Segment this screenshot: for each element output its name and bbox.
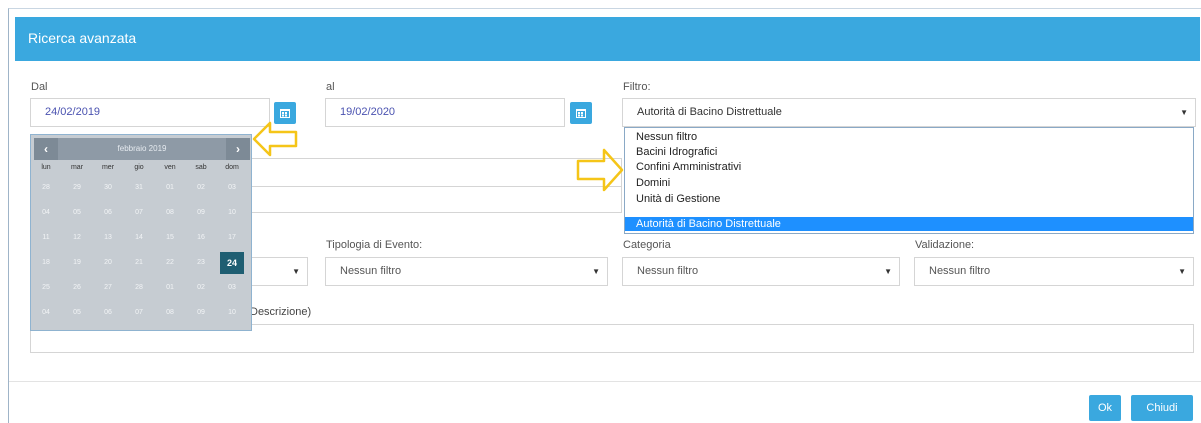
calendar-day[interactable]: 04 [34,302,58,324]
calendar-day[interactable]: 30 [96,177,120,199]
filter-option[interactable]: Bacini Idrografici [625,145,1193,159]
calendar-day[interactable]: 25 [34,277,58,299]
chevron-left-icon[interactable]: ‹ [34,138,58,160]
calendar-weekday: gio [134,164,144,171]
calendar-day-selected[interactable]: 24 [220,252,244,274]
calendar-day[interactable]: 02 [189,177,213,199]
date-from-input[interactable]: 24/02/2019 [30,98,270,127]
calendar-day[interactable]: 03 [220,277,244,299]
close-button[interactable]: Chiudi [1131,395,1193,421]
calendar-day[interactable]: 08 [158,302,182,324]
validation-value: Nessun filtro [929,265,991,277]
calendar-day[interactable]: 10 [220,302,244,324]
calendar-day[interactable]: 05 [65,202,89,224]
calendar-day[interactable]: 11 [34,227,58,249]
filter-dropdown-list: Nessun filtro Bacini Idrografici Confini… [624,127,1194,234]
calendar-icon [280,109,290,118]
calendar-weekday: ven [164,164,176,171]
calendar-day[interactable]: 01 [158,277,182,299]
arrow-right-icon [576,148,624,192]
calendar-day[interactable]: 14 [127,227,151,249]
caret-down-icon: ▼ [884,267,892,276]
calendar-day[interactable]: 13 [96,227,120,249]
filter-label: Filtro: [623,81,651,93]
calendar-weekday: sab [195,164,207,171]
calendar-day[interactable]: 09 [189,202,213,224]
category-value: Nessun filtro [637,265,699,277]
calendar-day[interactable]: 17 [220,227,244,249]
calendar-month-label: febbraio 2019 [117,144,167,153]
calendar-day[interactable]: 02 [189,277,213,299]
calendar-day[interactable]: 05 [65,302,89,324]
event-type-label: Tipologia di Evento: [326,239,423,251]
calendar-day[interactable]: 20 [96,252,120,274]
calendar-day[interactable]: 21 [127,252,151,274]
calendar-icon [576,109,586,118]
calendar-day[interactable]: 12 [65,227,89,249]
calendar-day[interactable]: 04 [34,202,58,224]
hidden-select[interactable]: ▼ [250,257,308,286]
calendar-to-button[interactable] [570,102,592,124]
calendar-day[interactable]: 29 [65,177,89,199]
category-select[interactable]: Nessun filtro ▼ [622,257,900,286]
date-to-label: al [326,81,335,93]
filter-option-selected[interactable]: Autorità di Bacino Distrettuale [625,217,1193,231]
event-type-select[interactable]: Nessun filtro ▼ [325,257,608,286]
calendar-day[interactable]: 09 [189,302,213,324]
caret-down-icon: ▼ [1178,267,1186,276]
calendar-day[interactable]: 07 [127,202,151,224]
caret-down-icon: ▼ [292,267,300,276]
caret-down-icon: ▼ [592,267,600,276]
calendar-day[interactable]: 18 [34,252,58,274]
calendar-day[interactable]: 19 [65,252,89,274]
calendar-header: ‹ febbraio 2019 › [34,138,250,160]
ok-button[interactable]: Ok [1089,395,1121,421]
calendar-day[interactable]: 31 [127,177,151,199]
event-type-value: Nessun filtro [340,265,402,277]
date-from-label: Dal [31,81,48,93]
hidden-field-1[interactable] [250,158,622,187]
hidden-field-2[interactable] [250,187,622,213]
date-to-input[interactable]: 19/02/2020 [325,98,565,127]
arrow-left-icon [252,121,298,157]
calendar-day[interactable]: 28 [127,277,151,299]
calendar-day[interactable]: 23 [189,252,213,274]
calendar-weekday: dom [225,164,239,171]
footer-divider [9,381,1201,382]
calendar-day[interactable]: 06 [96,302,120,324]
chevron-right-icon[interactable]: › [226,138,250,160]
calendar-day[interactable]: 22 [158,252,182,274]
filter-option[interactable]: Nessun filtro [625,130,1193,144]
calendar-day[interactable]: 08 [158,202,182,224]
filter-selected-value: Autorità di Bacino Distrettuale [637,106,782,118]
calendar-day[interactable]: 16 [189,227,213,249]
calendar-day[interactable]: 06 [96,202,120,224]
calendar-weekday: lun [41,164,51,171]
calendar-day[interactable]: 07 [127,302,151,324]
filter-option[interactable]: Domini [625,176,1193,190]
validation-select[interactable]: Nessun filtro ▼ [914,257,1194,286]
date-picker-popup: ‹ febbraio 2019 › lun mar mer gio ven sab dom 2… [30,134,252,331]
calendar-weekday: mar [70,164,84,171]
calendar-day[interactable]: 27 [96,277,120,299]
description-label: Descrizione) [250,306,312,318]
calendar-day[interactable]: 01 [158,177,182,199]
calendar-day[interactable]: 15 [158,227,182,249]
category-label: Categoria [623,239,671,251]
dialog-title: Ricerca avanzata [28,30,137,46]
calendar-day[interactable]: 03 [220,177,244,199]
filter-option[interactable]: Unità di Gestione [625,192,1193,206]
filter-select[interactable]: Autorità di Bacino Distrettuale ▼ [622,98,1196,127]
calendar-weekday: mer [101,164,115,171]
filter-option[interactable]: Confini Amministrativi [625,160,1193,174]
calendar-day[interactable]: 28 [34,177,58,199]
calendar-day[interactable]: 10 [220,202,244,224]
calendar-day[interactable]: 26 [65,277,89,299]
validation-label: Validazione: [915,239,975,251]
dialog-header: Ricerca avanzata [15,17,1200,61]
caret-down-icon: ▼ [1180,108,1188,117]
